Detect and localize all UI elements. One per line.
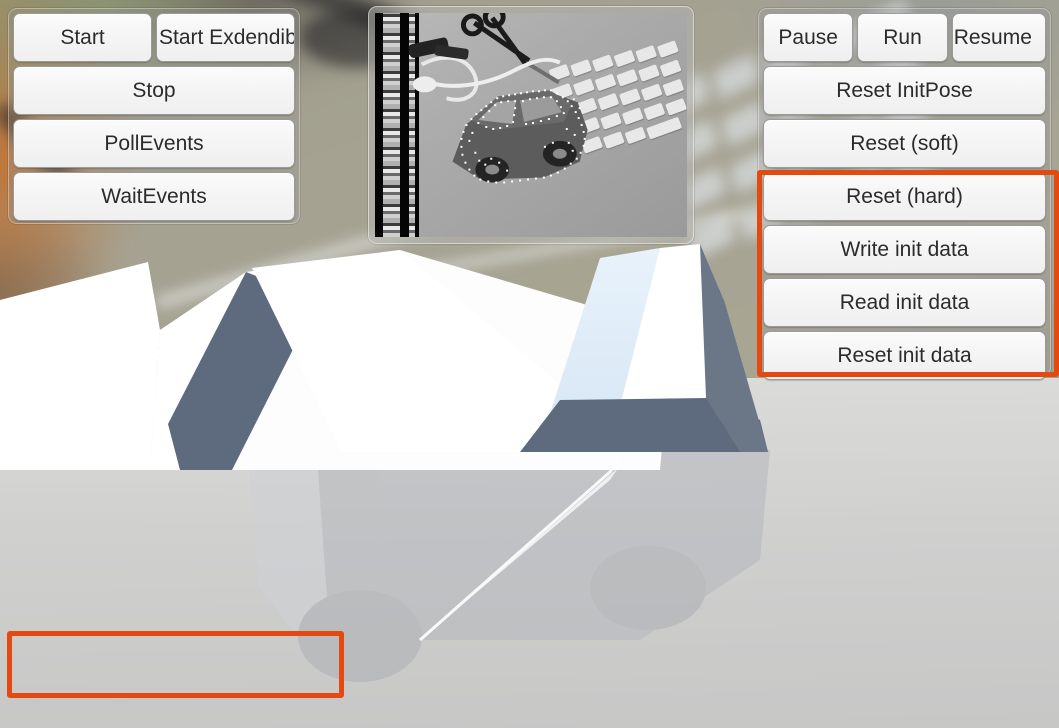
button-row: Start Start Exdendible bbox=[13, 13, 295, 62]
reset-soft-button[interactable]: Reset (soft) bbox=[763, 119, 1046, 168]
button-row: Pause Run Resume bbox=[763, 13, 1046, 62]
stop-button[interactable]: Stop bbox=[13, 66, 295, 115]
button-row: Reset (soft) bbox=[763, 119, 1046, 168]
background-lower-plate bbox=[0, 378, 1059, 728]
write-init-data-button[interactable]: Write init data bbox=[763, 225, 1046, 274]
button-row: PollEvents bbox=[13, 119, 295, 168]
pause-button[interactable]: Pause bbox=[763, 13, 854, 62]
start-extendible-button[interactable]: Start Exdendible bbox=[156, 13, 295, 62]
camera-feed-image bbox=[375, 13, 687, 237]
camera-tracked-car bbox=[452, 89, 588, 184]
reset-initpose-button[interactable]: Reset InitPose bbox=[763, 66, 1046, 115]
camera-preview[interactable] bbox=[368, 6, 694, 244]
button-row: Write init data bbox=[763, 225, 1046, 274]
tracker-state-buttons: Pause Run Resume Reset InitPose Reset (s… bbox=[758, 8, 1051, 380]
poll-events-button[interactable]: PollEvents bbox=[13, 119, 295, 168]
run-button[interactable]: Run bbox=[857, 13, 948, 62]
app-window: Start Start Exdendible Stop PollEvents W… bbox=[0, 0, 1059, 728]
tracker-control-buttons: Start Start Exdendible Stop PollEvents W… bbox=[8, 8, 300, 224]
button-row: Reset (hard) bbox=[763, 172, 1046, 221]
read-init-data-button[interactable]: Read init data bbox=[763, 278, 1046, 327]
start-button[interactable]: Start bbox=[13, 13, 152, 62]
button-row: Stop bbox=[13, 66, 295, 115]
button-row: Read init data bbox=[763, 278, 1046, 327]
button-row: Reset InitPose bbox=[763, 66, 1046, 115]
reset-hard-button[interactable]: Reset (hard) bbox=[763, 172, 1046, 221]
resume-button[interactable]: Resume bbox=[951, 13, 1046, 62]
button-row: WaitEvents bbox=[13, 172, 295, 221]
reset-init-data-button[interactable]: Reset init data bbox=[763, 331, 1046, 380]
button-row: Reset init data bbox=[763, 331, 1046, 380]
wait-events-button[interactable]: WaitEvents bbox=[13, 172, 295, 221]
